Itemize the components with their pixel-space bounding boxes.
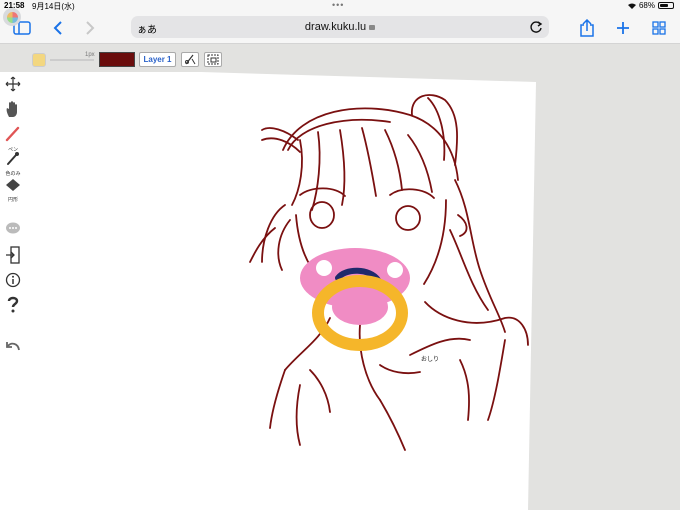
- hand-icon: [6, 101, 18, 117]
- pacifier-shield: [300, 248, 410, 308]
- layer-button[interactable]: Layer 1: [139, 52, 176, 67]
- status-bar: 21:58 9月14日(水) ••• 68%: [0, 0, 680, 12]
- pacifier-sticker[interactable]: [300, 248, 410, 351]
- pen-icon: [5, 126, 20, 142]
- select-icon: [207, 54, 219, 65]
- lock-icon: [369, 25, 376, 30]
- palette-button[interactable]: [3, 8, 21, 26]
- brush-size-label: 1px: [85, 52, 95, 58]
- hand-tool[interactable]: [3, 100, 23, 123]
- shape-icon: [6, 179, 20, 191]
- pacifier-ring: [312, 275, 408, 351]
- status-date: 9月14日(水): [32, 2, 75, 11]
- share-icon[interactable]: [577, 18, 597, 38]
- eyedropper-tool[interactable]: 色のみ: [3, 152, 23, 177]
- drawing-canvas[interactable]: おしり: [0, 0, 680, 510]
- pen-tool[interactable]: ペン: [3, 126, 23, 153]
- multitask-dots[interactable]: •••: [332, 0, 344, 10]
- pacifier-knob: [335, 267, 381, 283]
- sketch-lineart: [249, 94, 529, 451]
- browser-toolbar: ぁあ draw.kuku.lu: [0, 12, 680, 44]
- battery-percent: 68%: [638, 1, 655, 10]
- move-tool[interactable]: [3, 76, 23, 97]
- undo-icon: [6, 342, 20, 351]
- stabilizer-button[interactable]: [181, 52, 199, 67]
- shape-tool-label: 円形: [7, 197, 18, 203]
- eyedropper-icon: [7, 152, 19, 165]
- status-indicators: 68%: [627, 1, 674, 10]
- select-area-button[interactable]: [204, 52, 222, 67]
- chat-button[interactable]: [3, 222, 23, 241]
- canvas-annotation: おしり: [421, 357, 440, 363]
- address-bar[interactable]: ぁあ draw.kuku.lu: [131, 16, 549, 38]
- forward-icon[interactable]: [80, 18, 100, 38]
- wifi-icon: [627, 3, 636, 9]
- undo-button[interactable]: [3, 340, 23, 359]
- chat-bubble-icon: [6, 222, 20, 234]
- eyedropper-tool-label: 色のみ: [5, 171, 21, 177]
- tabs-overview-icon[interactable]: [649, 18, 669, 38]
- exit-door-icon: [6, 246, 20, 264]
- canvas-artwork[interactable]: [0, 0, 680, 510]
- reload-icon[interactable]: [529, 20, 543, 34]
- paper-sheet: [0, 66, 536, 510]
- back-icon[interactable]: [48, 18, 68, 38]
- pen-settings-icon: [185, 54, 196, 65]
- url-text-wrap: draw.kuku.lu: [131, 21, 549, 33]
- shape-tool[interactable]: 円形: [3, 178, 23, 203]
- brush-size-slider[interactable]: [50, 59, 94, 61]
- palette-icon: [6, 11, 18, 23]
- help-button[interactable]: [3, 296, 23, 319]
- url-text: draw.kuku.lu: [304, 21, 367, 33]
- current-color-swatch[interactable]: [99, 52, 135, 67]
- pacifier-ring-inner: [332, 289, 388, 325]
- pacifier-hole-right: [387, 262, 403, 278]
- background-color-swatch[interactable]: [32, 53, 46, 67]
- battery-icon: [658, 2, 674, 9]
- battery-level: [660, 4, 669, 7]
- info-icon: [5, 272, 21, 288]
- exit-button[interactable]: [3, 246, 23, 269]
- question-icon: [7, 296, 19, 313]
- pacifier-hole-left: [316, 260, 332, 276]
- new-tab-icon[interactable]: [613, 18, 633, 38]
- info-button[interactable]: [3, 272, 23, 293]
- move-arrows-icon: [5, 76, 21, 92]
